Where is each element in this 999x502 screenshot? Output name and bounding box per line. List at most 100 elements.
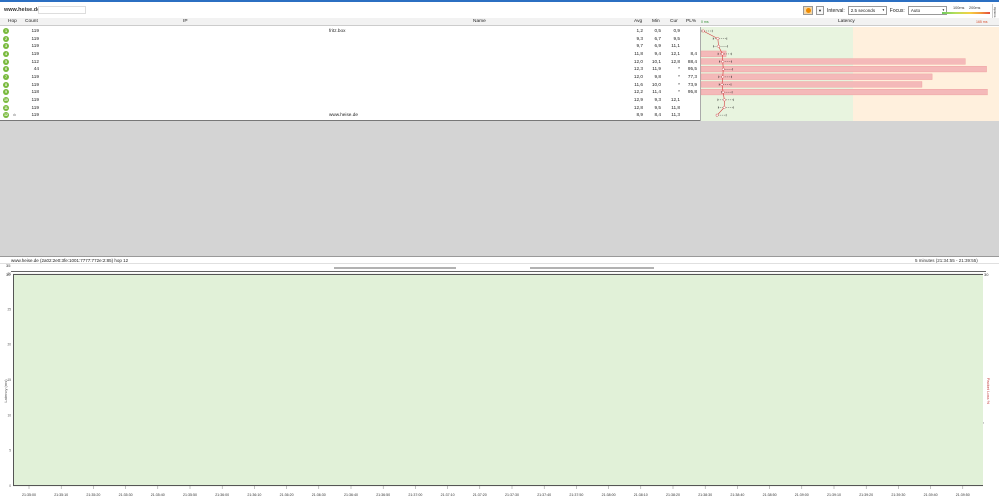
- hop-min: 9,3: [654, 96, 661, 102]
- hop-avg: 12,0: [633, 73, 643, 79]
- hop-avg: 11,6: [634, 81, 643, 87]
- target-input[interactable]: [38, 6, 86, 14]
- x-tick-label: 21:36:40: [344, 493, 358, 497]
- hop-count: 119: [31, 28, 39, 33]
- latency-axis-label: Latency (ms): [3, 379, 8, 403]
- latency-average-point: [721, 67, 725, 71]
- latency-average-line: [703, 30, 725, 116]
- latency-average-point: [720, 52, 724, 56]
- latency-average-point: [721, 90, 725, 94]
- x-tick-label: 21:36:20: [280, 493, 294, 497]
- latency-average-point: [722, 98, 726, 102]
- hop-avg: 12,8: [633, 104, 643, 110]
- hop-min: 11,4: [652, 89, 661, 95]
- hop-min: 9,5: [654, 104, 661, 110]
- hop-current: 12,1: [670, 50, 680, 56]
- hop-current: 11,1: [671, 43, 680, 49]
- x-tick-label: 21:36:50: [376, 493, 390, 497]
- x-tick-label: 21:39:00: [795, 493, 809, 497]
- min-column-header[interactable]: Min: [652, 19, 660, 25]
- hop-avg: 11,8: [634, 50, 643, 56]
- hop-avg: 8,9: [636, 112, 643, 118]
- hop-min: 6,7: [654, 35, 661, 41]
- loss-strip-max-label: 35: [6, 263, 11, 268]
- hop-packet-loss: 8,4: [690, 50, 697, 56]
- hop-current: 11,8: [671, 104, 680, 110]
- hop-count: 112: [31, 58, 39, 64]
- packet-loss-column-header[interactable]: PL%: [686, 19, 696, 25]
- hop-name: fritz.box: [329, 28, 346, 33]
- count-column-header[interactable]: Count: [25, 19, 38, 25]
- hop-column-header[interactable]: Hop: [8, 19, 17, 25]
- hop-min: 6,9: [654, 43, 661, 49]
- hop-current: *: [678, 73, 680, 79]
- hop-packet-loss: 95,5: [687, 66, 697, 72]
- latency-average-point: [722, 106, 726, 109]
- packet-loss-bar: [700, 66, 987, 73]
- hop-packet-loss: 95,8: [687, 89, 697, 95]
- hop-count: 119: [31, 81, 39, 87]
- hop-status-icon: 3: [3, 43, 9, 50]
- hop-min: 11,9: [652, 66, 661, 72]
- hop-status-icon: 7: [3, 73, 9, 80]
- packet-loss-bar: [700, 58, 966, 65]
- hop-current: *: [678, 89, 680, 95]
- hop-status-icon: 11: [3, 104, 9, 111]
- avg-column-header[interactable]: Avg: [634, 19, 642, 25]
- latency-graph-column: [700, 27, 999, 122]
- x-tick-label: 21:35:00: [22, 493, 36, 497]
- y-tick-label: 25: [7, 307, 11, 311]
- interval-select[interactable]: 2.5 seconds: [847, 6, 887, 15]
- packet-loss-bar: [700, 89, 988, 96]
- ip-column-header[interactable]: IP: [183, 19, 188, 25]
- hop-count: 119: [31, 112, 39, 118]
- hop-min: 0,5: [654, 28, 661, 33]
- hop-current: *: [678, 66, 680, 72]
- hop-avg: 12,0: [633, 58, 643, 64]
- interval-label: Interval:: [827, 7, 845, 14]
- x-tick-label: 21:39:30: [891, 493, 905, 497]
- latency-average-point: [717, 44, 720, 48]
- hop-count: 119: [31, 43, 39, 49]
- x-tick-label: 21:38:40: [730, 493, 744, 497]
- x-tick-label: 21:37:00: [408, 493, 422, 497]
- packet-loss-bar: [700, 73, 933, 80]
- hop-count: 119: [31, 104, 39, 110]
- hop-count: 118: [31, 89, 39, 95]
- y-tick-label: 10: [7, 413, 11, 417]
- y-tick-label: 15: [7, 378, 11, 382]
- scale-200ms-label: 200ms: [969, 6, 981, 10]
- x-tick-label: 21:37:10: [441, 493, 455, 497]
- hop-current: 12,1: [670, 96, 680, 102]
- trace-toggle-button[interactable]: [803, 6, 813, 15]
- hop-count: 119: [31, 73, 39, 79]
- hop-min: 9,8: [654, 73, 661, 79]
- latency-scale-legend: 100ms 200ms: [942, 6, 990, 15]
- chart-top-right-label: 30: [984, 272, 989, 277]
- latency-average-point: [701, 29, 705, 33]
- latency-column-header[interactable]: Latency: [838, 19, 855, 25]
- latency-average-point: [715, 113, 719, 117]
- hop-status-icon: 1: [3, 28, 9, 34]
- hop-count: 44: [33, 66, 39, 72]
- focus-select[interactable]: Auto: [907, 6, 947, 15]
- hop-avg: 12,3: [633, 66, 643, 72]
- hop-min: 10,1: [651, 58, 661, 64]
- hop-status-icon: 4: [3, 50, 9, 57]
- hop-count: 119: [31, 50, 39, 56]
- chart-plot-background: [13, 274, 983, 486]
- hop-min: 10,0: [651, 81, 661, 87]
- x-tick-label: 21:35:20: [86, 493, 100, 497]
- x-tick-label: 21:38:50: [763, 493, 777, 497]
- history-title: www.heise.de (2a02:2e0:3fe:1001:7777:772…: [11, 258, 129, 263]
- history-chart-icon[interactable]: ılı: [13, 112, 16, 118]
- latency-graph: [700, 29, 988, 117]
- trace-dropdown-button[interactable]: ▼: [816, 6, 824, 15]
- x-tick-label: 21:37:30: [505, 493, 519, 497]
- x-tick-label: 21:36:10: [247, 493, 261, 497]
- name-column-header[interactable]: Name: [473, 19, 486, 25]
- y-tick-label: 0: [9, 484, 11, 488]
- hop-count: 119: [31, 96, 39, 102]
- cur-column-header[interactable]: Cur: [670, 19, 678, 25]
- x-tick-label: 21:39:40: [924, 493, 938, 497]
